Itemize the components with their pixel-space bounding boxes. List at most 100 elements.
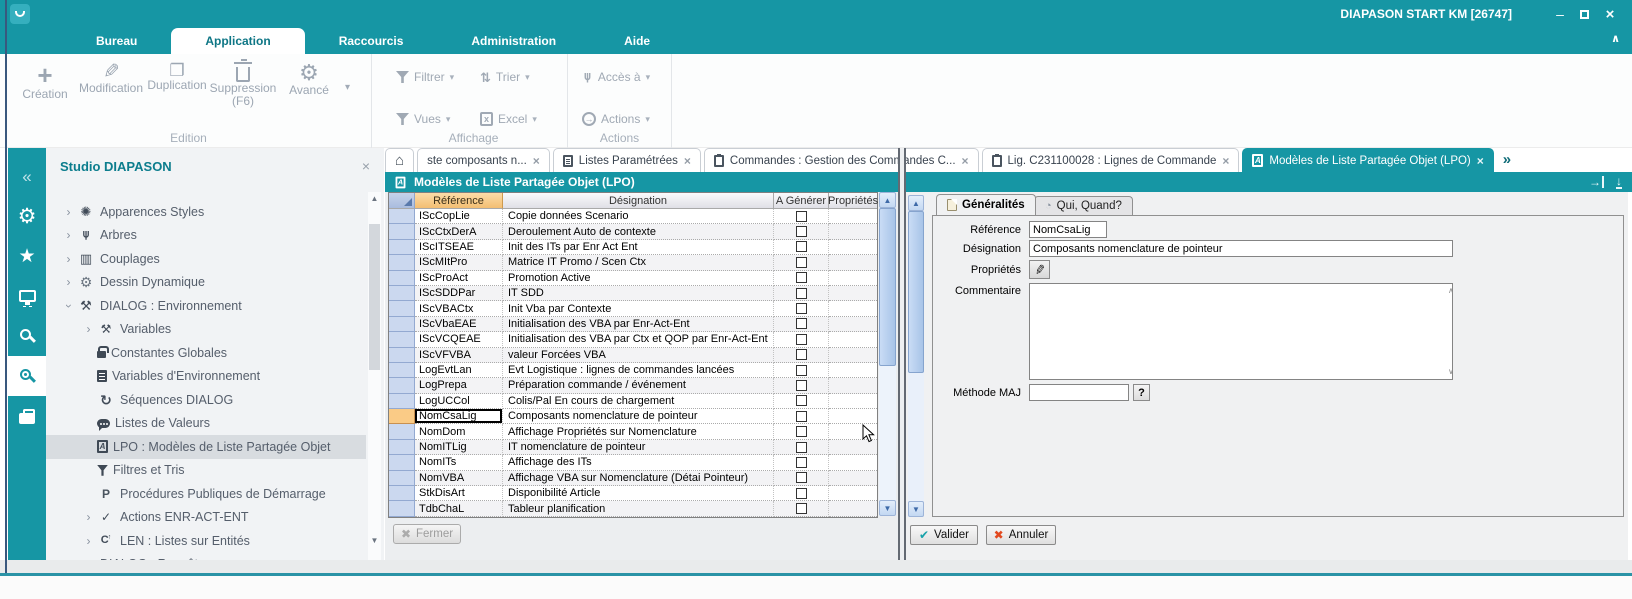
- sidebar-item-couplages[interactable]: Couplages: [46, 247, 366, 271]
- proprietes-cell[interactable]: [829, 255, 877, 270]
- generer-checkbox[interactable]: [796, 426, 807, 437]
- table-row[interactable]: LogUCColColis/Pal En cours de chargement: [389, 394, 877, 409]
- row-selector-cell[interactable]: [389, 394, 415, 409]
- rail-monitor-button[interactable]: [8, 276, 46, 316]
- proprietes-cell[interactable]: [829, 363, 877, 378]
- row-selector-cell[interactable]: [389, 424, 415, 439]
- scroll-up-icon[interactable]: ▲: [368, 192, 381, 204]
- generer-checkbox[interactable]: [796, 211, 807, 222]
- dock-down-icon[interactable]: [1616, 175, 1622, 189]
- table-row[interactable]: NomITLigIT nomenclature de pointeur: [389, 440, 877, 455]
- generer-checkbox[interactable]: [796, 288, 807, 299]
- sidebar-item-dialog-environnement[interactable]: DIALOG : Environnement: [46, 294, 366, 318]
- sidebar-item-arbres[interactable]: Arbres: [46, 224, 366, 248]
- proprietes-cell[interactable]: [829, 409, 877, 424]
- sidebar-item-variables[interactable]: Variables: [46, 318, 366, 342]
- designation-cell[interactable]: Init Vba par Contexte: [503, 301, 774, 316]
- filtrer-button[interactable]: Filtrer▾: [396, 70, 454, 84]
- sidebar-item-len-listes-sur-entit-s[interactable]: LEN : Listes sur Entités: [46, 529, 366, 553]
- sidebar-item-apparences-styles[interactable]: Apparences Styles: [46, 200, 366, 224]
- proprietes-cell[interactable]: [829, 317, 877, 332]
- chevron-down-icon[interactable]: ▾: [532, 114, 537, 125]
- column-header-d-signation[interactable]: Désignation: [503, 193, 774, 209]
- sidebar-item-listes-de-valeurs[interactable]: Listes de Valeurs: [46, 412, 366, 436]
- close-icon[interactable]: ×: [533, 154, 540, 168]
- pane-splitter[interactable]: [898, 148, 906, 560]
- row-selector-cell[interactable]: [389, 317, 415, 332]
- table-row[interactable]: NomITsAffichage des ITs: [389, 455, 877, 470]
- table-row[interactable]: IScVbaEAEInitialisation des VBA par Enr-…: [389, 317, 877, 332]
- table-row[interactable]: LogEvtLanEvt Logistique : lignes de comm…: [389, 363, 877, 378]
- generer-checkbox[interactable]: [796, 457, 807, 468]
- table-row[interactable]: LogPrepaPréparation commande / événement: [389, 378, 877, 393]
- designation-cell[interactable]: Composants nomenclature de pointeur: [503, 409, 774, 424]
- reference-cell[interactable]: IScVFVBA: [415, 348, 503, 363]
- methode-maj-input[interactable]: [1029, 384, 1129, 401]
- reference-cell[interactable]: LogPrepa: [415, 378, 503, 393]
- row-selector-cell[interactable]: [389, 255, 415, 270]
- reference-cell[interactable]: NomITs: [415, 455, 503, 470]
- sidebar-close-icon[interactable]: ×: [362, 158, 370, 174]
- close-button[interactable]: ×: [1598, 0, 1622, 28]
- sidebar-item-filtres-et-tris[interactable]: Filtres et Tris: [46, 459, 366, 483]
- reference-cell[interactable]: IScMItPro: [415, 255, 503, 270]
- generer-checkbox[interactable]: [796, 380, 807, 391]
- menu-item-administration[interactable]: Administration: [437, 28, 590, 54]
- designation-cell[interactable]: Disponibilité Article: [503, 486, 774, 501]
- scrollbar-thumb[interactable]: [908, 211, 924, 373]
- menu-item-raccourcis[interactable]: Raccourcis: [305, 28, 438, 54]
- fermer-button[interactable]: ✖ Fermer: [393, 524, 461, 544]
- scrollbar-thumb[interactable]: [369, 224, 380, 370]
- sidebar-item-s-quences-dialog[interactable]: Séquences DIALOG: [46, 388, 366, 412]
- table-row[interactable]: IScVBACtxInit Vba par Contexte: [389, 301, 877, 316]
- tab-ste-composants-n[interactable]: ste composants n...×: [417, 148, 550, 172]
- commentaire-textarea[interactable]: [1029, 283, 1453, 380]
- generer-checkbox[interactable]: [796, 365, 807, 376]
- proprietes-cell[interactable]: [829, 394, 877, 409]
- proprietes-cell[interactable]: [829, 286, 877, 301]
- designation-cell[interactable]: Préparation commande / événement: [503, 378, 774, 393]
- column-header-a-g-n-rer[interactable]: A Générer: [774, 193, 829, 209]
- tab-qui-quand[interactable]: Qui, Quand?: [1034, 196, 1133, 215]
- detail-scrollbar[interactable]: ▲ ▼: [908, 195, 924, 517]
- close-icon[interactable]: ×: [1477, 154, 1484, 168]
- reference-cell[interactable]: IScCtxDerA: [415, 224, 503, 239]
- proprietes-edit-button[interactable]: [1029, 260, 1050, 279]
- expander-icon[interactable]: [60, 275, 77, 289]
- generer-checkbox[interactable]: [796, 318, 807, 329]
- tab-lig-c231100028-lignes-de-commande[interactable]: Lig. C231100028 : Lignes de Commande×: [982, 148, 1240, 172]
- reference-cell[interactable]: IScVCQEAE: [415, 332, 503, 347]
- reference-cell[interactable]: NomVBA: [415, 471, 503, 486]
- rail-search-location-button[interactable]: [8, 356, 46, 396]
- designation-cell[interactable]: Affichage des ITs: [503, 455, 774, 470]
- reference-cell[interactable]: LogEvtLan: [415, 363, 503, 378]
- generer-checkbox[interactable]: [796, 503, 807, 514]
- row-selector-cell[interactable]: [389, 501, 415, 516]
- column-header-propri-t-s[interactable]: Propriétés: [829, 193, 877, 209]
- proprietes-cell[interactable]: [829, 348, 877, 363]
- rail-collapse-button[interactable]: [8, 156, 46, 196]
- generer-checkbox[interactable]: [796, 226, 807, 237]
- annuler-button[interactable]: ✖ Annuler: [986, 525, 1056, 545]
- table-row[interactable]: IScProActPromotion Active: [389, 271, 877, 286]
- designation-cell[interactable]: Init des ITs par Enr Act Ent: [503, 240, 774, 255]
- reference-cell[interactable]: TdbChaL: [415, 501, 503, 516]
- excel-button[interactable]: Excel▾: [480, 112, 537, 126]
- reference-cell[interactable]: StkDisArt: [415, 486, 503, 501]
- actions-button[interactable]: Actions▾: [582, 112, 650, 126]
- row-selector-cell[interactable]: [389, 224, 415, 239]
- generer-checkbox[interactable]: [796, 257, 807, 268]
- minimize-button[interactable]: –: [1548, 0, 1572, 28]
- reference-cell[interactable]: IScVBACtx: [415, 301, 503, 316]
- row-selector-cell[interactable]: [389, 486, 415, 501]
- designation-cell[interactable]: Evt Logistique : lignes de commandes lan…: [503, 363, 774, 378]
- row-selector-cell[interactable]: [389, 409, 415, 424]
- generer-checkbox[interactable]: [796, 411, 807, 422]
- tab-commandes-gestion-des-commandes-c[interactable]: Commandes : Gestion des Commandes C...×: [704, 148, 979, 172]
- proprietes-cell[interactable]: [829, 224, 877, 239]
- sidebar-scrollbar[interactable]: ▲ ▼: [368, 192, 381, 568]
- vues-button[interactable]: Vues▾: [396, 112, 450, 126]
- generer-checkbox[interactable]: [796, 395, 807, 406]
- generer-checkbox[interactable]: [796, 303, 807, 314]
- expander-icon[interactable]: [80, 510, 97, 524]
